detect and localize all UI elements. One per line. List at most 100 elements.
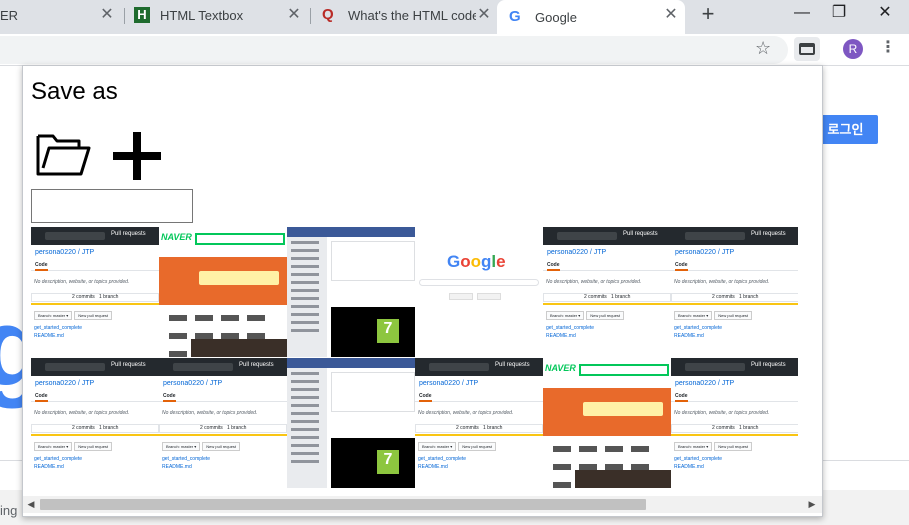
facebook-video: 7 (331, 438, 415, 488)
scrollbar-thumb[interactable] (40, 499, 646, 510)
extension-icon[interactable] (794, 37, 820, 61)
thumbnail-github[interactable]: Pull requests persona0220 / JTP Code No des… (671, 358, 798, 488)
thumbnail-github[interactable]: Pull requests persona0220 / JTP Code No des… (671, 227, 798, 357)
branch-button: Branch: master ▾ (162, 442, 201, 451)
commits-count: 2 commits (456, 425, 479, 431)
pull-requests-link: Pull requests (239, 362, 274, 368)
folder-icon[interactable] (35, 130, 91, 178)
restore-button[interactable]: ❐ (827, 3, 851, 25)
pull-requests-link: Pull requests (751, 231, 786, 237)
facebook-topbar (287, 227, 415, 237)
branch-count: 1 branch (98, 425, 119, 431)
new-pr-button: New pull request (74, 311, 113, 320)
new-pr-button: New pull request (714, 311, 753, 320)
tab-title: What's the HTML code (348, 7, 476, 23)
branch-count: 1 branch (738, 425, 759, 431)
thumbnail-github[interactable]: Pull requests persona0220 / JTP Code No des… (31, 358, 159, 488)
file-row: get_started_complete (674, 325, 723, 331)
bookmark-star-icon[interactable]: ☆ (755, 37, 771, 59)
scroll-right-icon[interactable]: ▶ (807, 499, 817, 510)
commits-count: 2 commits (200, 425, 223, 431)
thumbnail-facebook[interactable]: 7 (287, 227, 415, 357)
menu-icon[interactable]: ⋮ (880, 37, 896, 61)
file-row: get_started_complete (34, 325, 83, 331)
quora-icon: Q (322, 6, 334, 23)
new-pr-button: New pull request (202, 442, 241, 451)
tab-strip: ER ✕ H HTML Textbox ✕ Q What's the HTML … (0, 0, 909, 34)
branch-button: Branch: master ▾ (546, 311, 585, 320)
thumbnail-github[interactable]: Pull requests persona0220 / JTP Code No des… (543, 227, 671, 357)
file-row: README.md (674, 464, 704, 470)
tab-close-icon[interactable]: ✕ (99, 7, 115, 23)
thumbnail-github[interactable]: Pull requests persona0220 / JTP Code No des… (159, 358, 287, 488)
tab-title: HTML Textbox (160, 7, 244, 23)
file-row: README.md (674, 333, 704, 339)
plus-icon[interactable] (111, 130, 163, 182)
tab-1[interactable]: ER ✕ (0, 0, 121, 30)
scroll-left-icon[interactable]: ◀ (26, 499, 36, 510)
commits-count: 2 commits (712, 425, 735, 431)
branch-count: 1 branch (738, 294, 759, 300)
repo-description: No description, website, or topics provi… (546, 279, 642, 285)
thumbnail-naver[interactable]: NAVER (159, 227, 287, 357)
branch-count: 1 branch (482, 425, 503, 431)
tab-3[interactable]: Q What's the HTML code ✕ (312, 0, 498, 30)
filename-textbox[interactable] (31, 189, 193, 223)
file-row: README.md (418, 464, 448, 470)
minimize-button[interactable]: — (790, 3, 814, 25)
address-bar[interactable] (0, 36, 788, 64)
repo-description: No description, website, or topics provi… (34, 410, 130, 416)
pull-requests-link: Pull requests (751, 362, 786, 368)
naver-search-bar (195, 233, 285, 245)
tab-title: ER (0, 7, 19, 23)
repo-name: persona0220 / JTP (163, 380, 223, 387)
avatar[interactable]: R (843, 39, 863, 59)
thumbnail-naver[interactable]: NAVER (543, 358, 671, 488)
browser-window: ER ✕ H HTML Textbox ✕ Q What's the HTML … (0, 0, 909, 525)
repo-description: No description, website, or topics provi… (34, 279, 130, 285)
file-row: get_started_complete (418, 456, 467, 462)
repo-name: persona0220 / JTP (35, 380, 95, 387)
tab-close-icon[interactable]: ✕ (663, 7, 679, 23)
thumbnail-facebook[interactable]: 7 (287, 358, 415, 488)
footer-text: ing (0, 503, 18, 518)
tab-title: Google (535, 9, 577, 25)
file-row: get_started_complete (546, 325, 595, 331)
save-as-popup: Save as Pull requests persona0220 / JTP Co… (22, 65, 823, 517)
tab-close-icon[interactable]: ✕ (476, 7, 492, 23)
naver-media (575, 470, 671, 488)
facebook-sidebar (287, 358, 327, 488)
repo-description: No description, website, or topics provi… (162, 410, 258, 416)
horizontal-scrollbar[interactable]: ◀ ▶ (23, 496, 822, 513)
branch-button: Branch: master ▾ (34, 311, 73, 320)
tab-4[interactable]: G Google ✕ (497, 0, 685, 34)
thumbnail-google[interactable]: Google (415, 227, 543, 357)
naver-media (191, 339, 287, 357)
thumbnail-github[interactable]: Pull requests persona0220 / JTP Code No des… (415, 358, 543, 488)
file-row: get_started_complete (34, 456, 83, 462)
new-tab-button[interactable]: + (697, 3, 719, 26)
google-icon: G (509, 8, 521, 25)
branch-button: Branch: master ▾ (34, 442, 73, 451)
thumbnail-grid: Pull requests persona0220 / JTP Code No des… (31, 227, 798, 488)
pull-requests-link: Pull requests (111, 362, 146, 368)
tab-close-icon[interactable]: ✕ (286, 7, 302, 23)
repo-name: persona0220 / JTP (35, 249, 95, 256)
naver-search-bar (579, 364, 669, 376)
repo-name: persona0220 / JTP (675, 249, 735, 256)
repo-name: persona0220 / JTP (547, 249, 607, 256)
branch-count: 1 branch (98, 294, 119, 300)
repo-name: persona0220 / JTP (675, 380, 735, 387)
google-search-button (449, 293, 473, 300)
close-window-button[interactable]: ✕ (873, 3, 897, 25)
naver-banner (159, 257, 287, 305)
thumbnail-github[interactable]: Pull requests persona0220 / JTP Code No des… (31, 227, 159, 357)
new-pr-button: New pull request (74, 442, 113, 451)
commits-count: 2 commits (584, 294, 607, 300)
google-logo: Google (447, 252, 506, 271)
naver-logo: NAVER (545, 363, 576, 373)
tab-2[interactable]: H HTML Textbox ✕ (126, 0, 308, 30)
branch-count: 1 branch (226, 425, 247, 431)
facebook-sidebar (287, 227, 327, 357)
tab-separator (310, 8, 311, 24)
